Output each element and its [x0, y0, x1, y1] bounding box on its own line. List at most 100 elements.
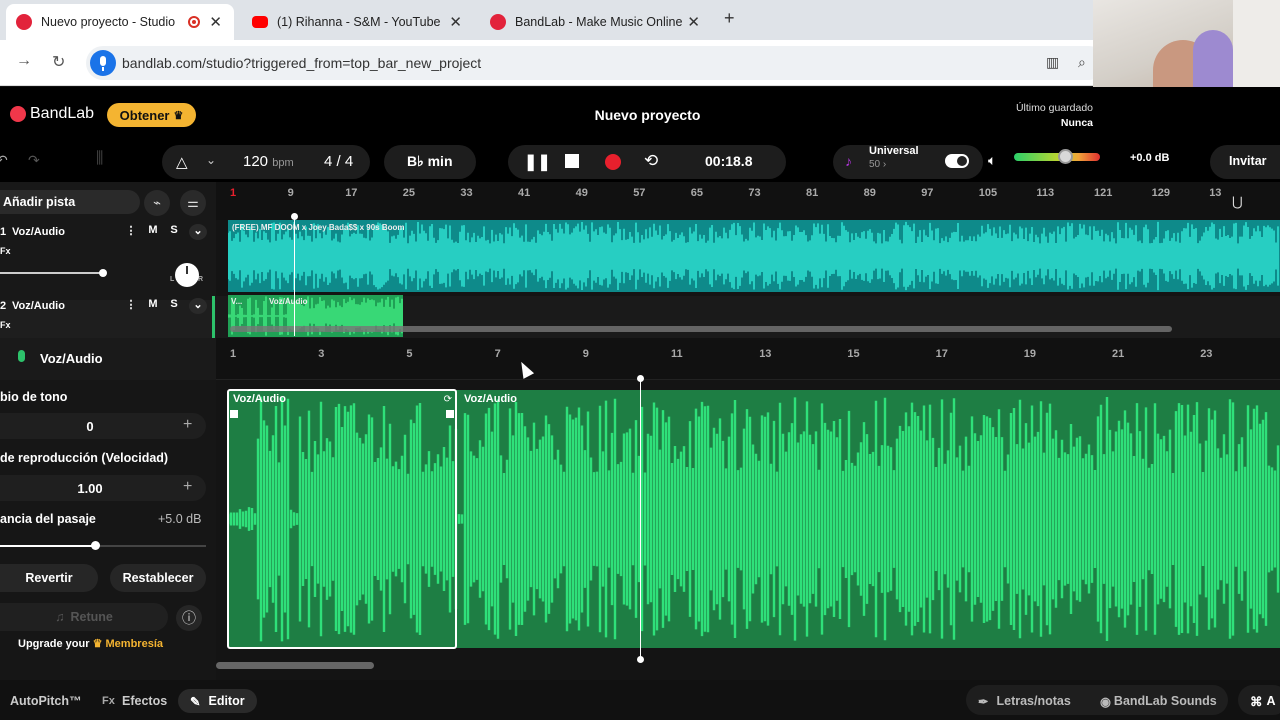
chevron-down-icon[interactable]: ⌄ — [189, 298, 207, 314]
ruler-tick: 13 — [759, 348, 772, 360]
plus-icon[interactable]: + — [183, 478, 192, 496]
selected-region[interactable]: ⟳ — [227, 389, 457, 649]
autopitch-tab[interactable]: AutoPitch™ — [10, 689, 82, 713]
track-menu-icon[interactable]: ⋮ — [122, 224, 140, 240]
fx-label[interactable]: Fx — [0, 320, 11, 330]
gain-value: +5.0 dB — [158, 512, 202, 526]
pause-icon[interactable]: ❚❚ — [524, 152, 551, 172]
chevron-down-icon[interactable]: ⌄ — [206, 153, 216, 167]
url-box[interactable]: bandlab.com/studio?triggered_from=top_ba… — [86, 46, 1106, 80]
ruler-tick: 13 — [1209, 187, 1222, 199]
mute-button[interactable]: M — [144, 224, 162, 240]
trim-handle-left[interactable] — [230, 410, 238, 418]
ruler-tick: 57 — [633, 187, 646, 199]
master-volume-slider[interactable] — [1014, 149, 1100, 164]
close-tab-icon[interactable]: ✕ — [449, 13, 462, 31]
chevron-down-icon[interactable]: ⌄ — [189, 224, 207, 240]
ruler-tick: 129 — [1151, 187, 1170, 199]
screen: Nuevo proyecto - Studio ✕ (1) Rihanna - … — [0, 0, 1280, 720]
reading-mode-icon[interactable]: ▥ — [1046, 54, 1059, 71]
new-tab-icon[interactable]: + — [724, 8, 735, 29]
tab-youtube[interactable]: (1) Rihanna - S&M - YouTube ✕ — [242, 4, 474, 40]
automation-icon[interactable]: ⌁ — [144, 190, 170, 216]
pitch-field[interactable] — [0, 413, 206, 439]
retune-button[interactable]: ♫ Retune — [0, 603, 168, 631]
editor-ruler[interactable]: ⊖ 1357911131517192123 — [216, 338, 1280, 380]
plus-icon[interactable]: + — [183, 416, 192, 434]
loop-icon[interactable]: ⟲ — [644, 151, 658, 171]
pan-knob[interactable] — [175, 263, 199, 287]
gain-slider[interactable] — [0, 541, 206, 550]
magnet-snap-icon[interactable]: ⋃ — [1232, 194, 1243, 210]
bandlab-logo[interactable]: BandLab — [10, 105, 94, 123]
editor-scrollbar[interactable] — [216, 662, 374, 669]
speaker-icon[interactable]: 🔈︎ — [988, 152, 996, 169]
ruler-tick: 3 — [318, 348, 325, 360]
ruler-tick: 9 — [582, 348, 589, 360]
fx-label[interactable]: Fx — [0, 246, 11, 256]
microphone-icon[interactable] — [90, 50, 116, 76]
horizontal-scrollbar[interactable] — [230, 326, 1172, 332]
track-name[interactable]: Voz/Audio — [12, 226, 65, 238]
invite-button[interactable]: Invitar — [1210, 145, 1280, 179]
transport-bar: ↶ ↷ ⫼ △ ⌄ 120 bpm 4 / 4 B♭ min ❚❚ ⟲ 00:1… — [0, 142, 1280, 182]
get-membership-button[interactable]: Obtener ♛ — [107, 103, 196, 127]
saved-label: Último guardado — [1015, 102, 1093, 114]
command-icon: ⌘ A — [1250, 694, 1276, 709]
editor-playhead[interactable] — [637, 375, 644, 663]
trim-handle-right[interactable] — [446, 410, 454, 418]
close-tab-icon[interactable]: ✕ — [687, 13, 700, 31]
url-text[interactable]: bandlab.com/studio?triggered_from=top_ba… — [122, 55, 481, 71]
track-volume-slider[interactable] — [0, 269, 107, 277]
stop-icon[interactable] — [565, 154, 579, 168]
command-button[interactable]: ⌘ A — [1238, 685, 1280, 715]
solo-button[interactable]: S — [165, 224, 183, 240]
universal-toggle[interactable] — [945, 154, 969, 168]
track-menu-icon[interactable]: ⋮ — [122, 298, 140, 314]
undo-icon[interactable]: ↶ — [0, 152, 8, 169]
project-title[interactable]: Nuevo proyecto — [560, 107, 735, 123]
track-name[interactable]: Voz/Audio — [12, 300, 65, 312]
lyrics-tab[interactable]: ✒ Letras/notas — [978, 689, 1071, 713]
ruler-tick: 1 — [230, 187, 237, 199]
ruler-tick: 105 — [978, 187, 998, 199]
timeline-ruler[interactable]: 1 9 17 25 33 41 49 57 65 73 81 89 97 105 113 121 129 13 — [216, 182, 1280, 220]
revert-button[interactable]: Revertir — [0, 564, 98, 592]
ruler-tick: 81 — [806, 187, 819, 199]
redo-icon[interactable]: ↷ — [28, 152, 40, 169]
loop-region-icon[interactable]: ⟳ — [444, 394, 452, 405]
sounds-tab[interactable]: ◉ BandLab Sounds — [1100, 689, 1217, 713]
info-icon[interactable]: ⓘ — [176, 605, 202, 631]
key-selector[interactable]: B♭ min — [384, 145, 476, 179]
audio-clip-region[interactable]: (FREE) MF DOOM x Joey Bada$$ x 90s Boom — [228, 220, 1280, 292]
pitch-value[interactable]: 0 — [80, 419, 100, 434]
tab-bandlab-home[interactable]: BandLab - Make Music Online ✕ — [480, 4, 712, 40]
effects-tab[interactable]: Efectos — [122, 689, 167, 713]
universal-sub[interactable]: 50 › — [869, 159, 886, 170]
time-signature[interactable]: 4 / 4 — [324, 153, 353, 170]
mixer-icon[interactable]: ⫼ — [96, 150, 103, 168]
transport-controls: ❚❚ ⟲ 00:18.8 — [508, 145, 786, 179]
record-icon[interactable] — [605, 154, 621, 170]
zoom-search-icon[interactable]: ⌕ — [1078, 54, 1086, 71]
autopitch-icon[interactable]: ♪ — [845, 153, 852, 169]
editor-tab[interactable]: ✎ Editor — [178, 689, 257, 713]
mute-button[interactable]: M — [144, 298, 162, 314]
tempo-value[interactable]: 120 bpm — [243, 153, 294, 170]
close-tab-icon[interactable]: ✕ — [209, 13, 222, 31]
add-track-button[interactable]: Añadir pista — [0, 190, 140, 214]
tab-bandlab-studio[interactable]: Nuevo proyecto - Studio ✕ — [6, 4, 234, 40]
playhead[interactable] — [291, 213, 298, 336]
ruler-tick: 113 — [1036, 187, 1055, 199]
reload-icon[interactable]: ↻ — [52, 52, 65, 72]
track-header-2[interactable]: 2 Voz/Audio Fx ⋮ M S ⌄ — [0, 298, 216, 338]
universal-label[interactable]: Universal — [869, 145, 919, 157]
ruler-tick: 73 — [748, 187, 761, 199]
solo-button[interactable]: S — [165, 298, 183, 314]
speed-value[interactable]: 1.00 — [70, 481, 110, 496]
settings-icon[interactable]: ⚌ — [180, 190, 206, 216]
metronome-icon[interactable]: △ — [176, 153, 188, 171]
reset-button[interactable]: Restablecer — [110, 564, 206, 592]
membership-link[interactable]: Membresía — [106, 638, 163, 650]
forward-icon[interactable]: → — [16, 52, 32, 70]
